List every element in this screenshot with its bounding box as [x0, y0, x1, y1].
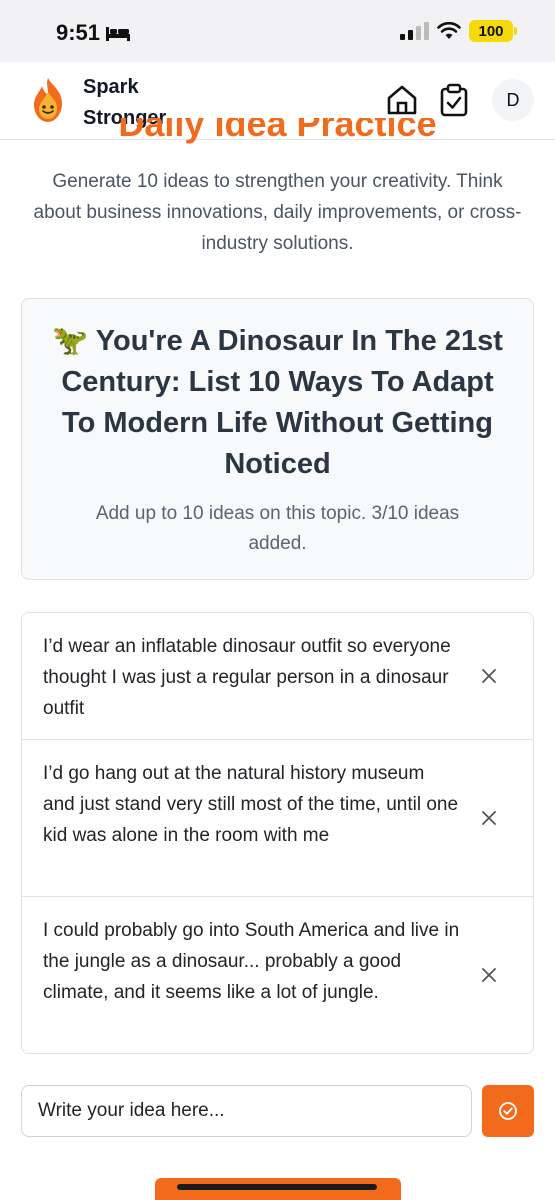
idea-text: I could probably go into South America a…: [43, 920, 460, 1003]
tasks-nav-button[interactable]: [434, 80, 474, 120]
close-icon: [482, 968, 496, 982]
check-circle-icon: [499, 1102, 517, 1120]
idea-item: I could probably go into South America a…: [22, 897, 533, 1053]
remove-idea-button[interactable]: [479, 666, 499, 686]
home-icon: [387, 85, 417, 115]
ideas-list: I’d wear an inflatable dinosaur outfit s…: [21, 612, 534, 1054]
close-icon: [482, 669, 496, 683]
topic-progress: Add up to 10 ideas on this topic. 3/10 i…: [95, 503, 460, 554]
battery-indicator: 100: [469, 20, 517, 42]
status-time: 9:51: [56, 20, 131, 46]
status-bar: 9:51 100: [0, 0, 555, 62]
remove-idea-button[interactable]: [479, 808, 499, 828]
home-indicator[interactable]: [177, 1184, 377, 1190]
user-avatar[interactable]: D: [492, 79, 534, 121]
idea-item: I’d go hang out at the natural history m…: [22, 740, 533, 897]
submit-idea-button[interactable]: [482, 1085, 534, 1137]
bed-icon: [106, 27, 131, 41]
flame-logo-icon[interactable]: [28, 76, 68, 124]
wifi-icon: [437, 22, 461, 39]
topic-title: 🦖 You're A Dinosaur In The 21st Century:…: [44, 321, 511, 485]
remove-idea-button[interactable]: [479, 965, 499, 985]
idea-text: I’d go hang out at the natural history m…: [43, 763, 459, 846]
dinosaur-icon: 🦖: [52, 325, 89, 357]
topic-card: 🦖 You're A Dinosaur In The 21st Century:…: [21, 298, 534, 580]
status-indicators: 100: [400, 20, 517, 42]
status-time-text: 9:51: [56, 20, 101, 45]
page-title: Daily Idea Practice: [118, 118, 437, 144]
home-nav-button[interactable]: [382, 80, 422, 120]
idea-item: I’d wear an inflatable dinosaur outfit s…: [22, 613, 533, 740]
page-intro: Generate 10 ideas to strengthen your cre…: [33, 171, 522, 254]
topic-title-text: You're A Dinosaur In The 21st Century: L…: [61, 325, 503, 480]
clipboard-check-icon: [440, 83, 468, 117]
idea-text: I’d wear an inflatable dinosaur outfit s…: [43, 636, 451, 719]
signal-icon: [400, 22, 429, 40]
close-icon: [482, 811, 496, 825]
idea-input[interactable]: [21, 1085, 472, 1137]
